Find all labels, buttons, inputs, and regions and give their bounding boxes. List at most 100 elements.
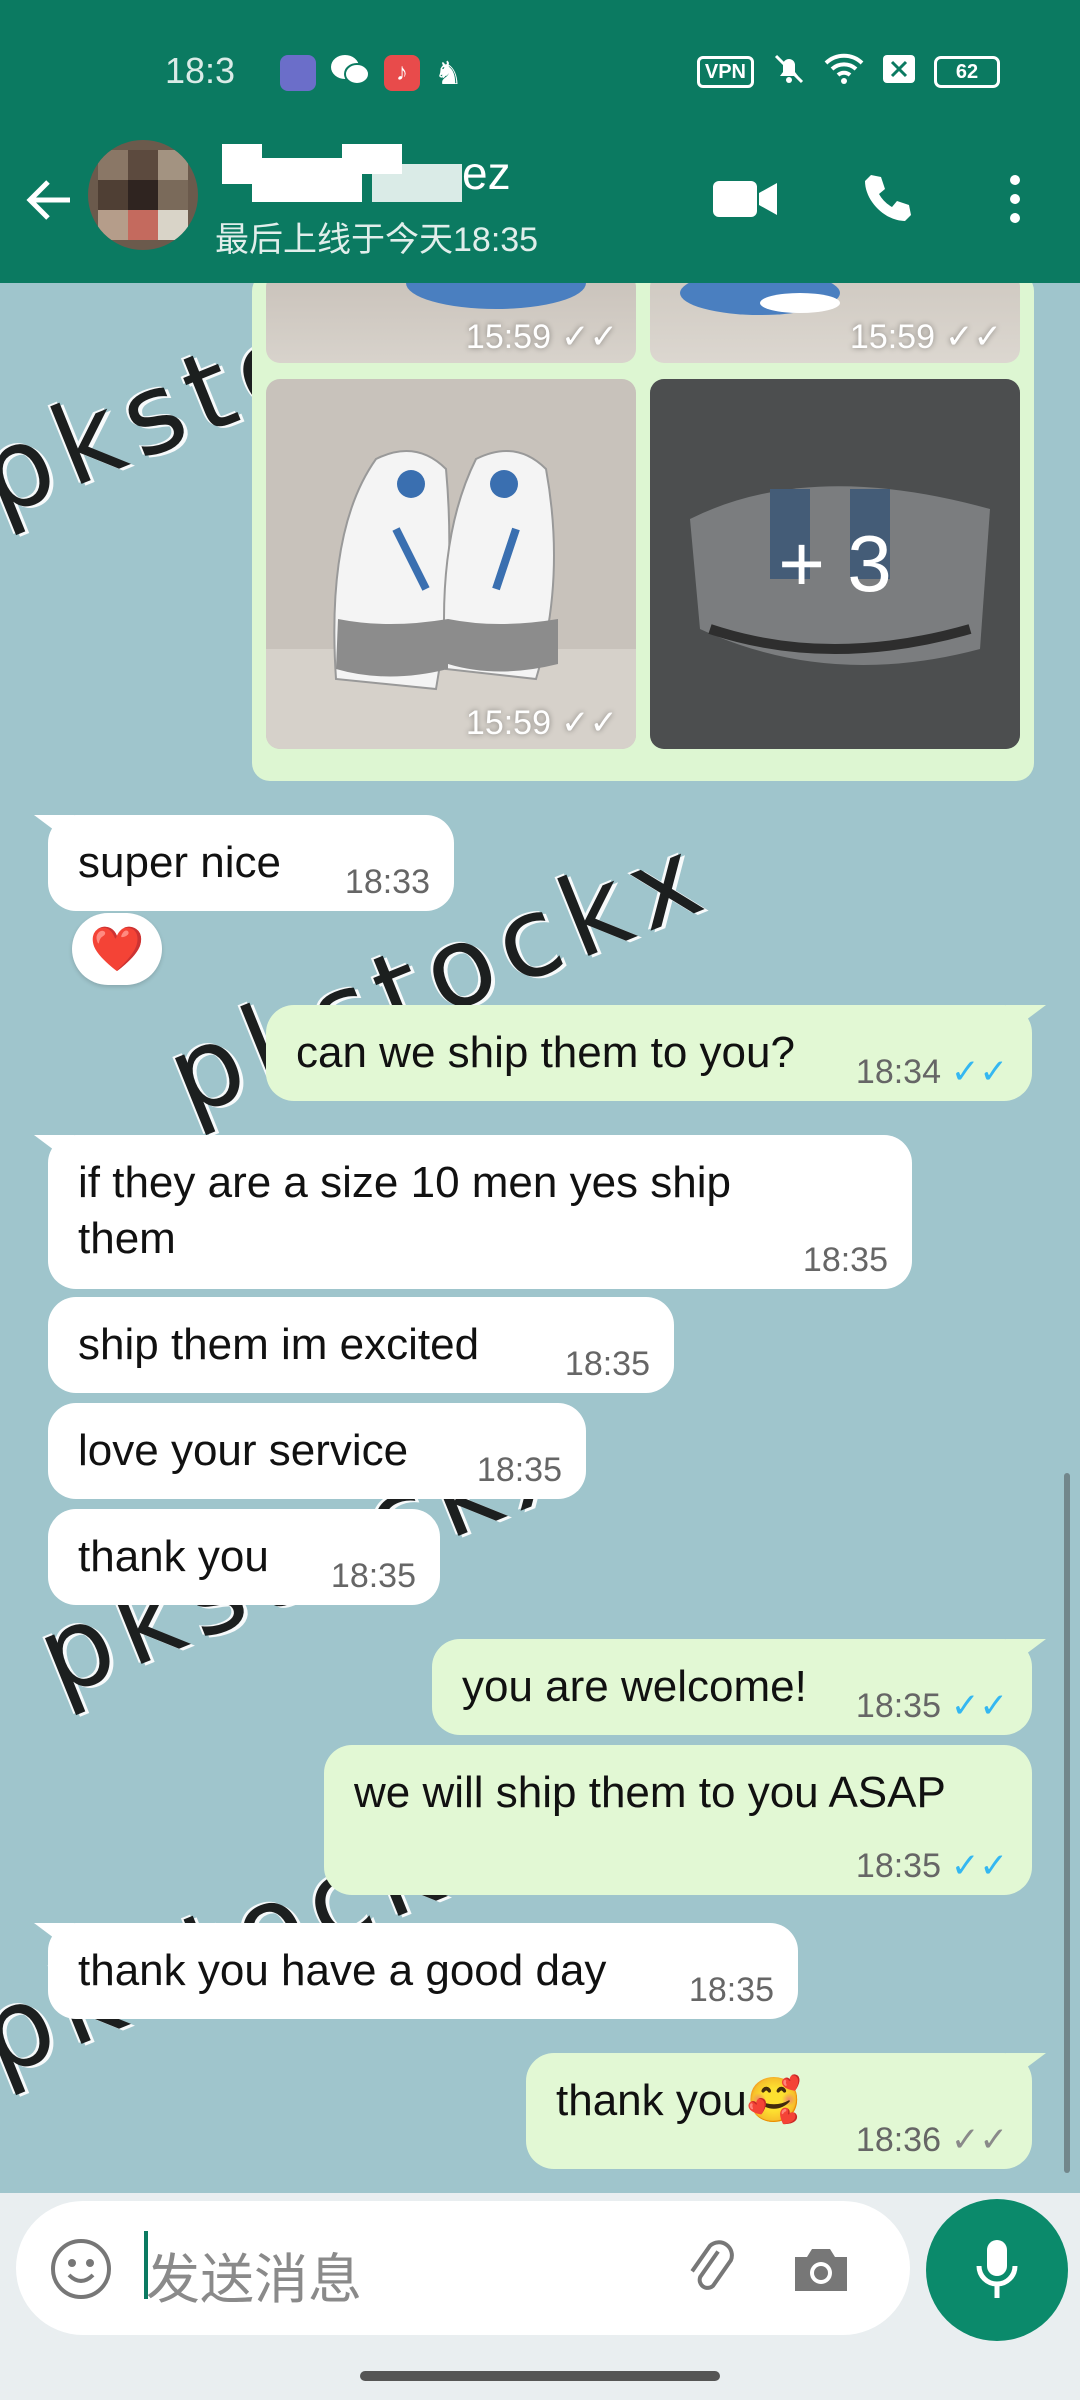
message-meta: 18:35 xyxy=(803,1243,888,1277)
emoji-icon xyxy=(51,2239,111,2299)
microphone-icon xyxy=(976,2240,1018,2298)
read-receipt-icon: ✓✓ xyxy=(951,1847,1008,1885)
media-message[interactable]: 15:59 ✓✓ 15:59 ✓✓ 15:59 ✓✓ + 3 xyxy=(252,283,1034,781)
media-timestamp: 15:59 ✓✓ xyxy=(465,703,618,743)
incoming-message[interactable]: ship them im excited 18:35 xyxy=(48,1297,674,1393)
attach-button[interactable] xyxy=(676,2234,746,2304)
media-tile-more[interactable]: + 3 xyxy=(650,379,1020,749)
rocking-horse-icon: ♞ xyxy=(434,54,463,91)
camera-button[interactable] xyxy=(786,2234,856,2304)
phone-icon xyxy=(865,175,911,221)
message-text: love your service xyxy=(78,1426,409,1475)
message-text: super nice xyxy=(78,838,282,887)
notification-icons: ♪ ♞ xyxy=(280,52,463,93)
message-text: we will ship them to you ASAP xyxy=(354,1768,946,1817)
name-redaction xyxy=(222,144,462,202)
message-text: thank you🥰 xyxy=(556,2076,802,2125)
sneaker-photo xyxy=(266,450,636,749)
message-meta: 18:35 ✓✓ xyxy=(856,1849,1008,1883)
video-camera-icon xyxy=(713,181,777,217)
message-meta: 18:35 xyxy=(565,1347,650,1381)
message-text: you are welcome! xyxy=(462,1662,807,1711)
incoming-message[interactable]: super nice 18:33 xyxy=(34,815,454,911)
chat-header: ez 最后上线于今天18:35 xyxy=(0,130,1080,270)
message-text: thank you xyxy=(78,1532,269,1581)
battery-icon: 62 xyxy=(934,55,1000,88)
more-vertical-icon xyxy=(1010,175,1020,223)
message-time: 18:33 xyxy=(344,863,430,901)
message-time: 18:34 xyxy=(855,1053,942,1091)
media-tile[interactable]: 15:59 ✓✓ xyxy=(650,283,1020,363)
incoming-message[interactable]: if they are a size 10 men yes ship them … xyxy=(34,1135,912,1289)
voice-call-button[interactable] xyxy=(852,164,922,234)
media-tile[interactable]: 15:59 ✓✓ xyxy=(266,283,636,363)
message-time: 18:35 xyxy=(476,1451,562,1489)
message-meta: 18:35 ✓✓ xyxy=(856,1689,1008,1723)
message-meta: 18:35 xyxy=(689,1973,774,2007)
outgoing-message[interactable]: thank you🥰 18:36 ✓✓ xyxy=(526,2053,1046,2169)
read-receipt-icon: ✓✓ xyxy=(951,1053,1008,1091)
message-time: 18:35 xyxy=(564,1345,650,1383)
media-timestamp: 15:59 ✓✓ xyxy=(849,317,1002,357)
delivered-receipt-icon: ✓✓ xyxy=(951,2121,1008,2159)
read-receipt-icon: ✓✓ xyxy=(561,704,618,742)
read-receipt-icon: ✓✓ xyxy=(945,318,1002,356)
camera-icon xyxy=(795,2249,847,2291)
read-receipt-icon: ✓✓ xyxy=(561,318,618,356)
message-time: 18:36 xyxy=(855,2121,942,2159)
outgoing-message[interactable]: can we ship them to you? 18:34 ✓✓ xyxy=(266,1005,1046,1101)
back-button[interactable] xyxy=(20,170,80,230)
message-meta: 18:33 xyxy=(345,865,430,899)
wechat-icon xyxy=(330,52,370,93)
paperclip-icon xyxy=(690,2240,734,2290)
top-app-bar: 18:3 ♪ ♞ VPN 62 ez 最后上线于今天18:35 xyxy=(0,0,1080,283)
message-time: 18:35 xyxy=(330,1557,416,1595)
video-call-button[interactable] xyxy=(710,164,780,234)
message-time: 18:35 xyxy=(688,1971,774,2009)
message-text: can we ship them to you? xyxy=(296,1028,795,1077)
message-time: 18:35 xyxy=(802,1241,888,1279)
outgoing-message[interactable]: we will ship them to you ASAP 18:35 ✓✓ xyxy=(324,1745,1032,1895)
outgoing-message[interactable]: you are welcome! 18:35 ✓✓ xyxy=(432,1639,1046,1735)
scrollbar[interactable] xyxy=(1064,1473,1070,2173)
media-timestamp: 15:59 ✓✓ xyxy=(465,317,618,357)
heart-icon: ❤️ xyxy=(89,925,145,974)
message-text: thank you have a good day xyxy=(78,1946,607,1995)
message-time: 18:35 xyxy=(855,1847,942,1885)
status-time: 18:3 xyxy=(165,50,236,91)
composer: 发送消息 xyxy=(0,2193,1080,2400)
message-meta: 18:35 xyxy=(331,1559,416,1593)
app-notification-icon xyxy=(280,54,316,91)
media-tile[interactable]: 15:59 ✓✓ xyxy=(266,379,636,749)
more-options-button[interactable] xyxy=(980,164,1050,234)
message-meta: 18:35 xyxy=(477,1453,562,1487)
chat-area[interactable]: pkstockx pkstockx pkstockx pkstockx 15:5… xyxy=(0,283,1080,2193)
arrow-left-icon xyxy=(26,180,70,220)
incoming-message[interactable]: love your service 18:35 xyxy=(48,1403,586,1499)
mute-icon xyxy=(772,52,806,91)
emoji-button[interactable] xyxy=(46,2234,116,2304)
voice-message-button[interactable] xyxy=(926,2199,1068,2341)
reaction-badge[interactable]: ❤️ xyxy=(72,913,162,985)
sim-icon xyxy=(882,54,916,89)
message-text: ship them im excited xyxy=(78,1320,480,1369)
wifi-icon xyxy=(824,53,864,90)
input-placeholder: 发送消息 xyxy=(146,2250,362,2310)
vpn-icon: VPN xyxy=(696,55,754,88)
message-meta: 18:34 ✓✓ xyxy=(856,1055,1008,1089)
contact-name-visible: ez xyxy=(462,147,511,199)
more-media-count: + 3 xyxy=(650,379,1020,749)
message-text: if they are a size 10 men yes ship them xyxy=(78,1158,731,1263)
message-input[interactable]: 发送消息 xyxy=(16,2201,910,2335)
music-app-icon: ♪ xyxy=(384,54,420,91)
message-time: 18:35 xyxy=(855,1687,942,1725)
message-meta: 18:36 ✓✓ xyxy=(856,2123,1008,2157)
status-bar: 18:3 ♪ ♞ VPN 62 xyxy=(0,40,1080,100)
incoming-message[interactable]: thank you 18:35 xyxy=(48,1509,440,1605)
read-receipt-icon: ✓✓ xyxy=(951,1687,1008,1725)
home-indicator[interactable] xyxy=(360,2371,720,2381)
incoming-message[interactable]: thank you have a good day 18:35 xyxy=(34,1923,798,2019)
last-seen-status: 最后上线于今天18:35 xyxy=(215,221,539,259)
avatar[interactable] xyxy=(88,140,198,250)
system-icons: VPN 62 xyxy=(696,52,1000,91)
